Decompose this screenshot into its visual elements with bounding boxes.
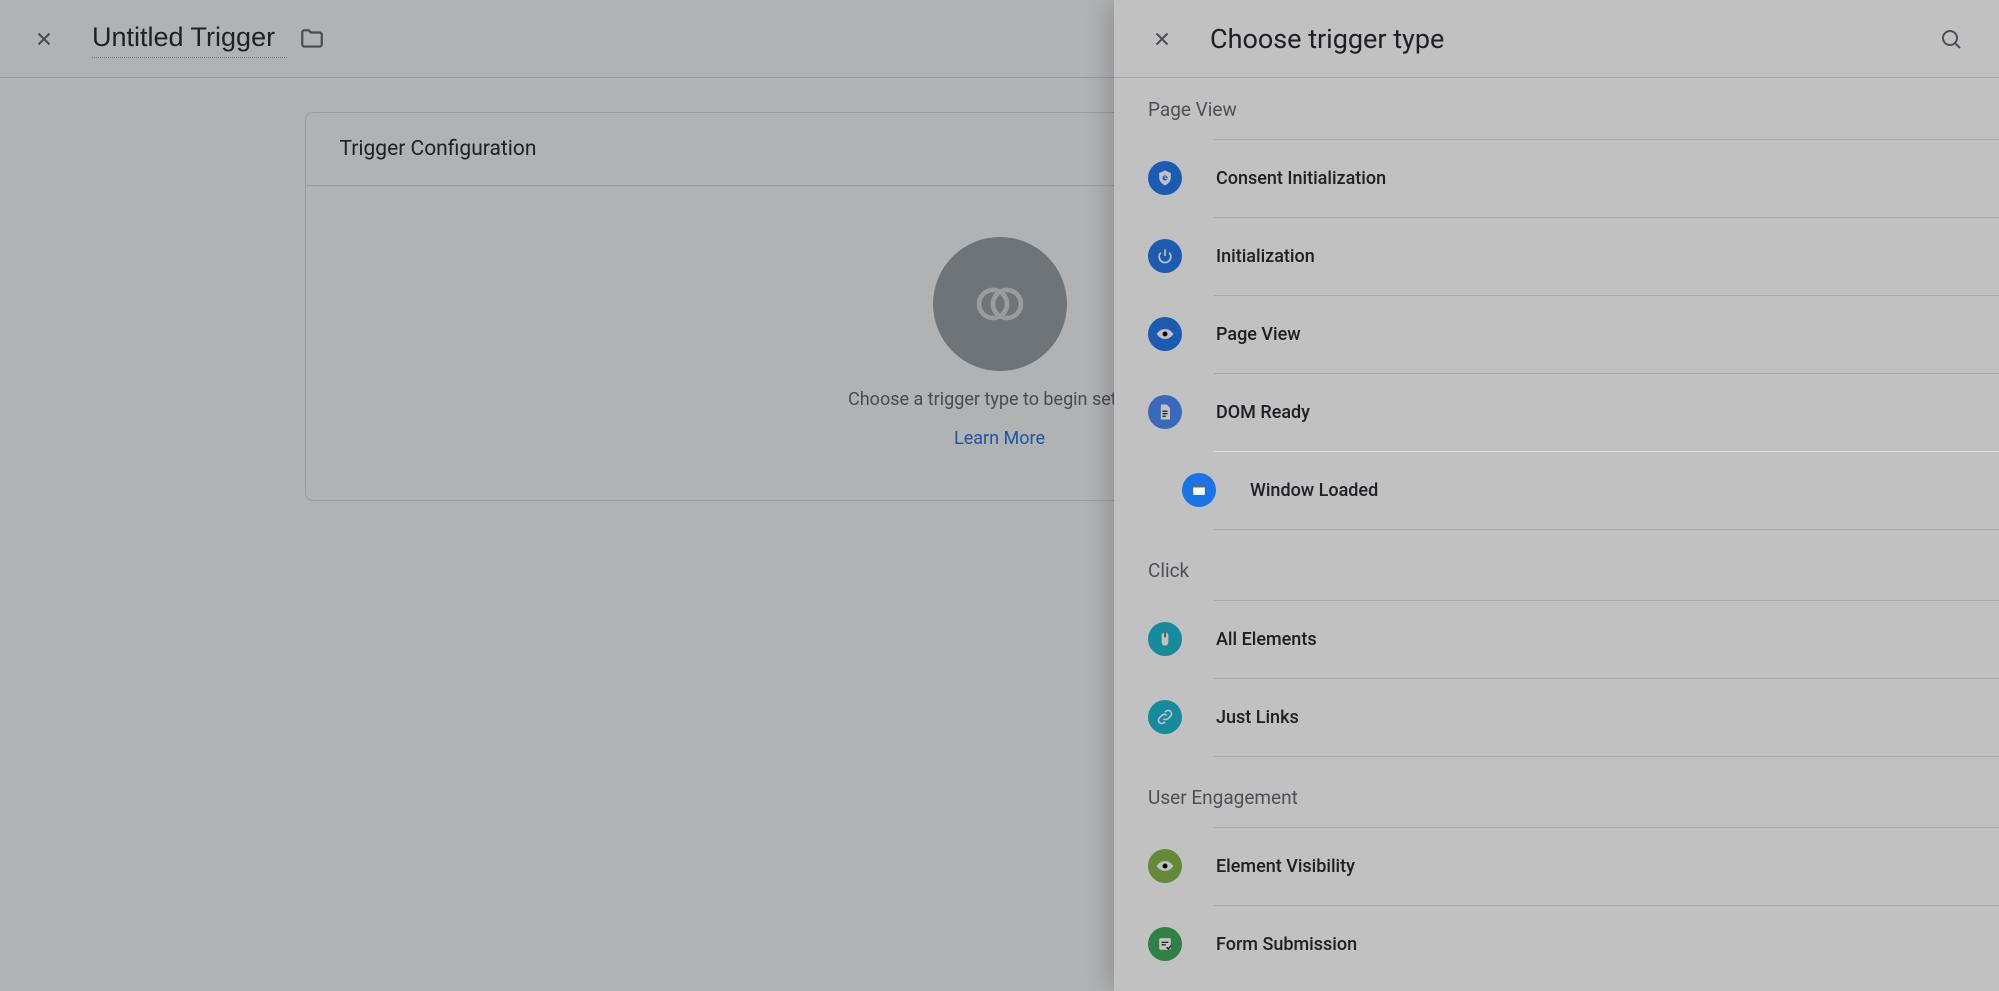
search-panel-button[interactable] <box>1927 15 1975 63</box>
doc-icon <box>1148 395 1182 429</box>
trigger-type-label: Just Links <box>1216 707 1299 728</box>
panel-body[interactable]: Page View Consent Initialization Initializ… <box>1114 78 1999 991</box>
trigger-type-label: Element Visibility <box>1216 856 1355 877</box>
trigger-type-label: DOM Ready <box>1216 402 1310 423</box>
trigger-type-window-loaded[interactable]: Window Loaded <box>1114 451 1999 529</box>
trigger-type-page-view[interactable]: Page View <box>1114 295 1999 373</box>
trigger-type-initialization[interactable]: Initialization <box>1114 217 1999 295</box>
trigger-type-label: Consent Initialization <box>1216 168 1386 189</box>
trigger-type-dom-ready[interactable]: DOM Ready <box>1114 373 1999 451</box>
eye-icon <box>1148 849 1182 883</box>
trigger-type-form-submission[interactable]: Form Submission <box>1114 905 1999 983</box>
form-icon <box>1148 927 1182 961</box>
eye-icon <box>1148 317 1182 351</box>
window-icon <box>1182 473 1216 507</box>
section-label: User Engagement <box>1114 756 1999 827</box>
section-label: Page View <box>1114 98 1999 139</box>
panel-header: Choose trigger type <box>1114 0 1999 78</box>
section-label: Click <box>1114 529 1999 600</box>
shield-icon <box>1148 161 1182 195</box>
mouse-icon <box>1148 622 1182 656</box>
trigger-type-all-elements[interactable]: All Elements <box>1114 600 1999 678</box>
trigger-type-label: Initialization <box>1216 246 1315 267</box>
trigger-type-label: Window Loaded <box>1250 480 1378 501</box>
trigger-type-label: Form Submission <box>1216 934 1357 955</box>
trigger-type-element-visibility[interactable]: Element Visibility <box>1114 827 1999 905</box>
close-panel-button[interactable] <box>1138 15 1186 63</box>
search-icon <box>1939 27 1963 51</box>
link-icon <box>1148 700 1182 734</box>
power-icon <box>1148 239 1182 273</box>
close-icon <box>1151 28 1173 50</box>
trigger-type-label: All Elements <box>1216 629 1317 650</box>
trigger-type-consent-initialization[interactable]: Consent Initialization <box>1114 139 1999 217</box>
trigger-type-just-links[interactable]: Just Links <box>1114 678 1999 756</box>
trigger-type-label: Page View <box>1216 324 1301 345</box>
panel-title: Choose trigger type <box>1210 23 1903 55</box>
trigger-type-panel: Choose trigger type Page View Consent Ini… <box>1114 0 1999 991</box>
